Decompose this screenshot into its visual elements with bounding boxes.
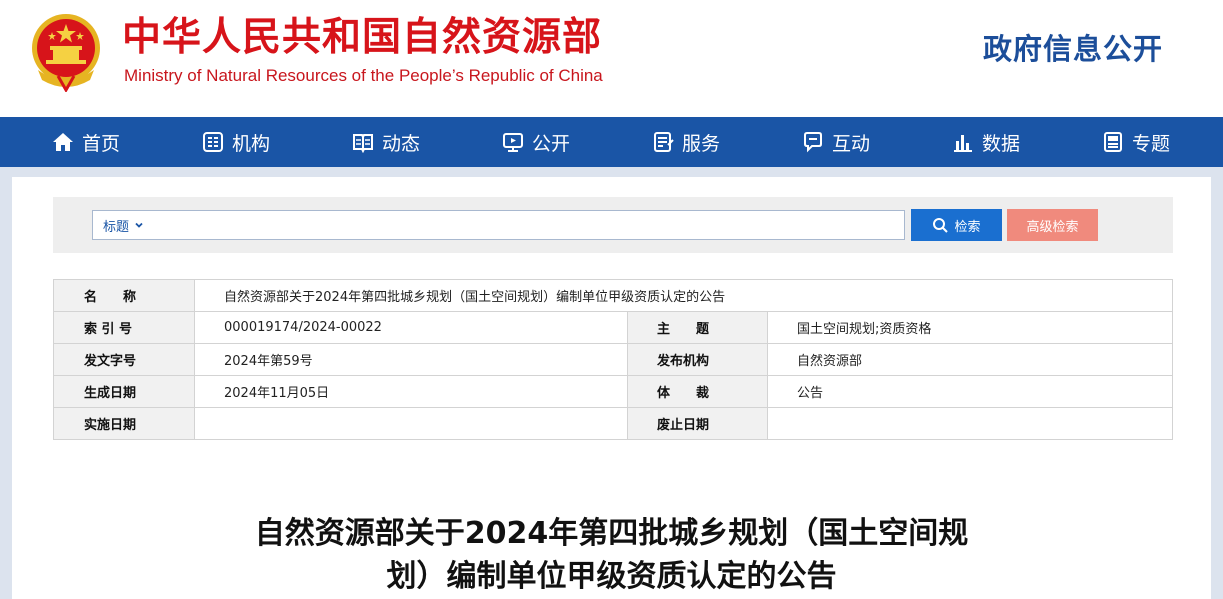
- document-icon: [654, 132, 674, 152]
- issuer-value: 自然资源部: [767, 343, 1173, 376]
- national-emblem-icon[interactable]: [28, 10, 104, 92]
- nav-item-label: 数据: [982, 132, 1021, 155]
- table-row: 名 称 自然资源部关于2024年第四批城乡规划（国土空间规划）编制单位甲级资质认…: [53, 279, 1173, 312]
- nav-item-news[interactable]: 动态: [352, 117, 420, 167]
- advanced-search-button[interactable]: 高级检索: [1007, 209, 1098, 241]
- table-row: 生成日期 2024年11月05日 体 裁 公告: [53, 375, 1173, 408]
- expiry-label: 废止日期: [627, 407, 768, 440]
- nav-item-service[interactable]: 服务: [652, 117, 720, 167]
- docno-value: 2024年第59号: [194, 343, 628, 376]
- search-box: 标题: [92, 210, 905, 240]
- nav-item-label: 动态: [382, 132, 421, 155]
- genre-label: 体 裁: [627, 375, 768, 408]
- table-row: 索 引 号 000019174/2024-00022 主 题 国土空间规划;资质…: [53, 311, 1173, 344]
- topic-value: 国土空间规划;资质资格: [767, 311, 1173, 344]
- home-icon: [53, 133, 73, 151]
- topic-icon: [1104, 132, 1122, 152]
- table-row: 发文字号 2024年第59号 发布机构 自然资源部: [53, 343, 1173, 376]
- monitor-icon: [503, 133, 523, 152]
- site-title[interactable]: 中华人民共和国自然资源部: [122, 14, 602, 62]
- effective-label: 实施日期: [53, 407, 195, 440]
- search-input[interactable]: [153, 211, 904, 239]
- nav-item-label: 互动: [832, 132, 871, 155]
- search-icon: [933, 218, 949, 233]
- gov-info-title[interactable]: 政府信息公开: [983, 26, 1163, 68]
- nav-item-data[interactable]: 数据: [952, 117, 1020, 167]
- nav-item-label: 首页: [82, 132, 121, 155]
- name-label: 名 称: [53, 279, 195, 312]
- search-button[interactable]: 检索: [911, 209, 1002, 241]
- topic-label: 主 题: [627, 311, 768, 344]
- index-value: 000019174/2024-00022: [194, 311, 628, 344]
- nav-item-org[interactable]: 机构: [202, 117, 270, 167]
- nav-item-label: 公开: [532, 132, 571, 155]
- main-nav: 首页 机构 动态 公开 服务 互动 数据 专题: [0, 117, 1223, 167]
- created-value: 2024年11月05日: [194, 375, 628, 408]
- chat-icon: [804, 132, 822, 153]
- table-row: 实施日期 废止日期: [53, 407, 1173, 440]
- search-scope-dropdown[interactable]: 标题: [93, 211, 153, 239]
- search-button-label: 检索: [954, 219, 981, 235]
- document-title-line2: 划）编制单位甲级资质认定的公告: [386, 559, 837, 594]
- document-meta-table: 名 称 自然资源部关于2024年第四批城乡规划（国土空间规划）编制单位甲级资质认…: [53, 279, 1173, 440]
- expiry-value: [767, 407, 1173, 440]
- genre-value: 公告: [767, 375, 1173, 408]
- chevron-down-icon: [135, 222, 143, 228]
- created-label: 生成日期: [53, 375, 195, 408]
- effective-value: [194, 407, 628, 440]
- site-subtitle: Ministry of Natural Resources of the Peo…: [124, 66, 603, 85]
- nav-item-interact[interactable]: 互动: [802, 117, 870, 167]
- org-icon: [203, 132, 223, 152]
- nav-item-topic[interactable]: 专题: [1102, 117, 1170, 167]
- nav-item-home[interactable]: 首页: [52, 117, 120, 167]
- bar-chart-icon: [954, 135, 972, 152]
- document-title-line1: 自然资源部关于2024年第四批城乡规划（国土空间规: [254, 516, 969, 551]
- issuer-label: 发布机构: [627, 343, 768, 376]
- nav-item-public[interactable]: 公开: [502, 117, 570, 167]
- advanced-search-label: 高级检索: [1026, 219, 1079, 235]
- site-header: 中华人民共和国自然资源部 Ministry of Natural Resourc…: [0, 0, 1223, 117]
- nav-item-label: 专题: [1132, 132, 1171, 155]
- name-value: 自然资源部关于2024年第四批城乡规划（国土空间规划）编制单位甲级资质认定的公告: [194, 279, 1173, 312]
- search-scope-label: 标题: [103, 219, 130, 235]
- docno-label: 发文字号: [53, 343, 195, 376]
- nav-item-label: 服务: [682, 132, 721, 155]
- index-label: 索 引 号: [53, 311, 195, 344]
- nav-item-label: 机构: [232, 132, 271, 155]
- document-title: 自然资源部关于2024年第四批城乡规划（国土空间规 划）编制单位甲级资质认定的公…: [200, 512, 1023, 598]
- book-icon: [353, 134, 373, 153]
